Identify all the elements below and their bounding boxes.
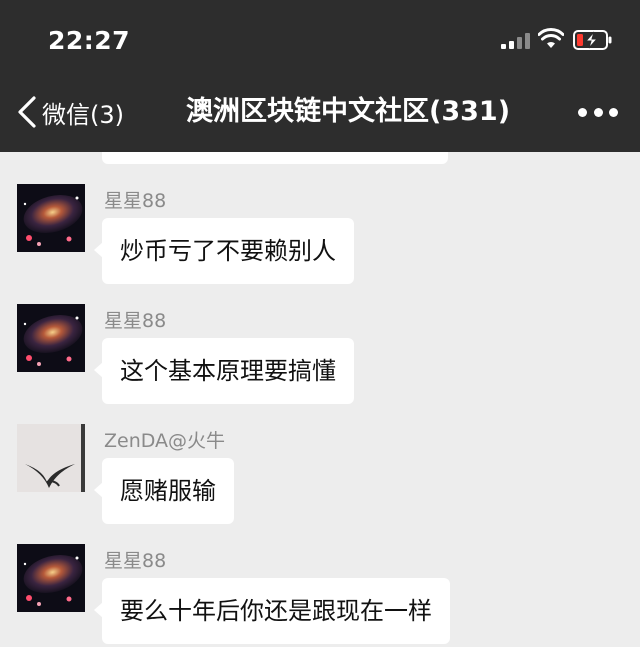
more-dot-icon [593, 107, 603, 117]
sender-name: 星星88 [104, 190, 167, 212]
back-button[interactable]: 微信(3) [14, 92, 124, 132]
sender-avatar[interactable] [17, 424, 85, 492]
message-bubble[interactable]: 愿赌服输 [94, 458, 234, 524]
sender-name: 星星88 [104, 550, 167, 572]
status-time: 22:27 [48, 26, 131, 55]
sender-avatar[interactable] [17, 544, 85, 612]
sender-name: 星星88 [104, 310, 167, 332]
sender-avatar[interactable] [17, 184, 85, 252]
ink-figure-avatar-icon [17, 424, 85, 492]
more-options-button[interactable] [578, 104, 618, 120]
chat-header: 22:27 微信(3) 澳洲区块链中文社区(331) [0, 0, 640, 152]
message-bubble[interactable]: 要么十年后你还是跟现在一样 [94, 578, 450, 644]
sender-name: ZenDA@火牛 [104, 430, 226, 452]
battery-icon [573, 30, 612, 50]
galaxy-avatar-icon [17, 544, 85, 612]
message-bubble[interactable]: 这个基本原理要搞懂 [94, 338, 354, 404]
page-title: 澳洲区块链中文社区(331) [186, 96, 511, 127]
galaxy-avatar-icon [17, 184, 85, 252]
message-bubble[interactable]: 炒币亏了不要赖别人 [94, 218, 354, 284]
message-list[interactable]: 星星88 炒币亏了不要赖别人 星星88 这个基本原理要搞懂 ZenDA@火牛 愿… [0, 152, 640, 647]
more-dot-icon [609, 107, 618, 117]
chevron-left-icon [18, 96, 36, 128]
cellular-signal-icon [501, 33, 531, 49]
galaxy-avatar-icon [17, 304, 85, 372]
sender-avatar[interactable] [17, 304, 85, 372]
previous-message-bubble[interactable] [102, 152, 448, 164]
back-label: 微信(3) [42, 100, 124, 129]
more-dot-icon [578, 107, 587, 117]
wifi-icon [538, 28, 564, 48]
